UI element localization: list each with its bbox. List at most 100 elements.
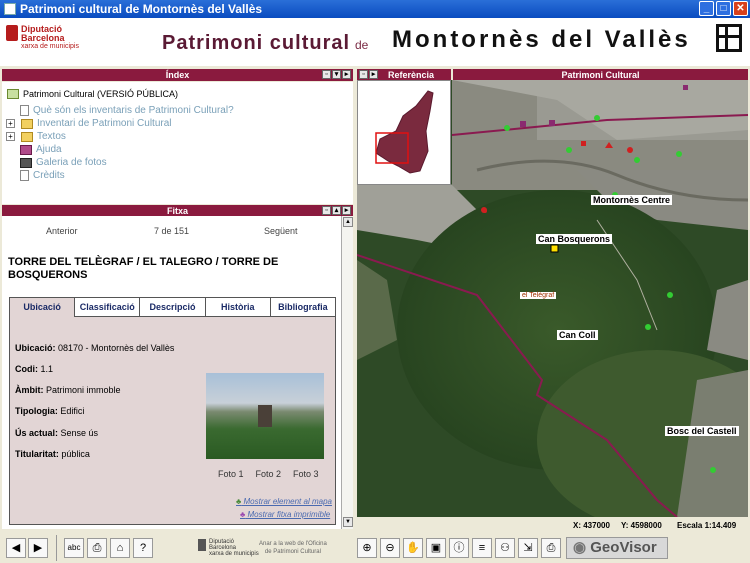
tree-item-credits[interactable]: Crèdits [20,170,65,181]
folder-icon [21,131,33,142]
map-label-can-coll[interactable]: Can Coll [557,330,598,340]
logo-line2: Barcelona [21,33,65,43]
field-tipologia: Tipologia: Edifici [15,406,85,416]
toolbar-separator [56,535,57,561]
pan-hand-icon[interactable]: ✋ [403,538,423,558]
measure-button[interactable]: ⇲ [518,538,538,558]
index-panel-title: Índex [165,70,190,80]
geovisor-icon: ◉ [573,539,587,556]
map-panel-title: Patrimoni Cultural [561,70,640,80]
tree-item-label: Galeria de fotos [36,157,107,168]
panel-minimize-icon[interactable]: ▫ [322,70,331,79]
tree-item-label: Què són els inventaris de Patrimoni Cult… [33,105,234,116]
geovisor-label: GeoVisor [590,539,657,556]
record-position: 7 de 151 [154,226,190,236]
photo-link-2[interactable]: Foto 2 [256,469,282,479]
panel-minimize-icon[interactable]: ▫ [359,70,368,79]
panel-collapse-icon[interactable]: ▾ [332,70,341,79]
search-text-button[interactable]: abc [64,538,84,558]
panel-collapse-icon[interactable]: ▸ [369,70,378,79]
field-ubicacio: Ubicació: 08170 - Montornès del Vallès [15,343,175,353]
show-on-map-link[interactable]: ♣ Mostrar element al mapa [236,497,332,506]
record-panel: Anterior 7 de 151 Següent TORRE DEL TELÈ… [2,216,341,529]
photo-link-3[interactable]: Foto 3 [293,469,319,479]
footer-logo-line3: xarxa de municipis [209,551,259,557]
map-label-montornes-centre[interactable]: Montornès Centre [591,195,673,205]
map-label-can-bosquerons[interactable]: Can Bosquerons [536,234,613,244]
app-icon [4,3,16,15]
index-tree: Patrimoni Cultural (VERSIÓ PÚBLICA) Què … [2,82,353,204]
tab-content: Ubicació: 08170 - Montornès del Vallès C… [9,317,336,525]
panel-expand-icon[interactable]: ▸ [342,206,351,215]
panel-expand-icon[interactable]: ▸ [342,70,351,79]
tab-bibliografia[interactable]: Bibliografia [270,297,337,317]
scroll-up-icon[interactable]: ▲ [343,217,353,227]
tab-historia[interactable]: Història [205,297,271,317]
back-button[interactable]: ◀ [6,538,26,558]
maximize-button[interactable]: □ [716,1,731,16]
expand-icon[interactable]: + [6,119,15,128]
next-record-link[interactable]: Següent [264,226,298,236]
map-label-bosc-del-castell[interactable]: Bosc del Castell [665,426,739,436]
minimize-button[interactable]: _ [699,1,714,16]
prev-record-link[interactable]: Anterior [46,226,78,236]
camera-icon [20,157,32,168]
full-extent-button[interactable]: ▣ [426,538,446,558]
header-title-municipality: Montornès del Vallès [392,26,691,53]
header-title-de: de [355,38,369,52]
record-scrollbar[interactable]: ▲ ▼ [341,216,353,529]
map-label-el-telegraf[interactable]: el Telègraf [520,292,557,299]
expand-icon[interactable]: + [6,132,15,141]
coord-y: Y: 4598000 [621,521,662,530]
print-button[interactable]: ⎙ [87,538,107,558]
record-photo[interactable] [206,373,324,459]
coord-x: X: 437000 [573,521,610,530]
record-tabs: Ubicació Classificació Descripció Històr… [9,297,337,317]
diputacio-logo[interactable]: Diputació Barcelona xarxa de municipis [6,25,79,51]
tree-root[interactable]: Patrimoni Cultural (VERSIÓ PÚBLICA) [7,89,178,99]
map-status-bar: X: 437000 Y: 4598000 Escala 1:14.409 [357,519,748,531]
municipality-outline [375,90,434,174]
info-button[interactable]: ⓘ [449,538,469,558]
app-header: Diputació Barcelona xarxa de municipis P… [0,18,750,66]
reference-map[interactable] [357,80,451,185]
tree-item-ajuda[interactable]: Ajuda [20,144,62,155]
print-map-button[interactable]: ⎙ [541,538,561,558]
close-button[interactable]: ✕ [733,1,748,16]
show-printable-link[interactable]: ♣ Mostrar fitxa imprimible [240,510,330,519]
scroll-down-icon[interactable]: ▼ [343,517,353,527]
footer-diputacio-logo[interactable]: Diputació Barcelona xarxa de municipis [198,539,259,557]
photo-links: Foto 1 Foto 2 Foto 3 [218,469,319,479]
geovisor-brand[interactable]: ◉ GeoVisor [566,537,668,559]
tree-item-inventari[interactable]: + Inventari de Patrimoni Cultural [6,118,172,129]
heritage-link-line2: de Patrimoni Cultural [264,549,321,555]
field-codi: Codi: 1.1 [15,364,54,374]
page-icon [20,105,29,116]
tab-classificacio[interactable]: Classificació [75,297,141,317]
root-folder-icon [7,89,19,99]
tree-item-inventaris-info[interactable]: Què són els inventaris de Patrimoni Cult… [20,105,234,116]
heritage-office-link[interactable]: Anar a la web de l'Oficina de Patrimoni … [259,540,327,556]
photo-link-1[interactable]: Foto 1 [218,469,244,479]
home-button[interactable]: ⌂ [110,538,130,558]
header-title-patrimoni: Patrimoni cultural [162,32,351,54]
folder-icon [21,118,33,129]
binoculars-icon[interactable]: ⚇ [495,538,515,558]
reference-panel-title: Referència [387,70,435,80]
tab-ubicacio[interactable]: Ubicació [9,297,76,317]
help-button[interactable]: ? [133,538,153,558]
window-titlebar: Patrimoni cultural de Montornès del Vall… [0,0,750,18]
diputacio-logo-mark-icon [6,25,18,41]
layers-button[interactable]: ≡ [472,538,492,558]
show-on-map-label: Mostrar element al mapa [243,497,332,506]
tree-item-label: Ajuda [36,144,62,155]
tab-descripcio[interactable]: Descripció [140,297,206,317]
panel-minimize-icon[interactable]: ▫ [322,206,331,215]
tree-item-label: Inventari de Patrimoni Cultural [37,118,172,129]
panel-collapse-icon[interactable]: ▴ [332,206,341,215]
zoom-in-button[interactable]: ⊕ [357,538,377,558]
zoom-out-button[interactable]: ⊖ [380,538,400,558]
tree-item-textos[interactable]: + Textos [6,131,66,142]
forward-button[interactable]: ▶ [28,538,48,558]
tree-item-galeria[interactable]: Galeria de fotos [20,157,107,168]
